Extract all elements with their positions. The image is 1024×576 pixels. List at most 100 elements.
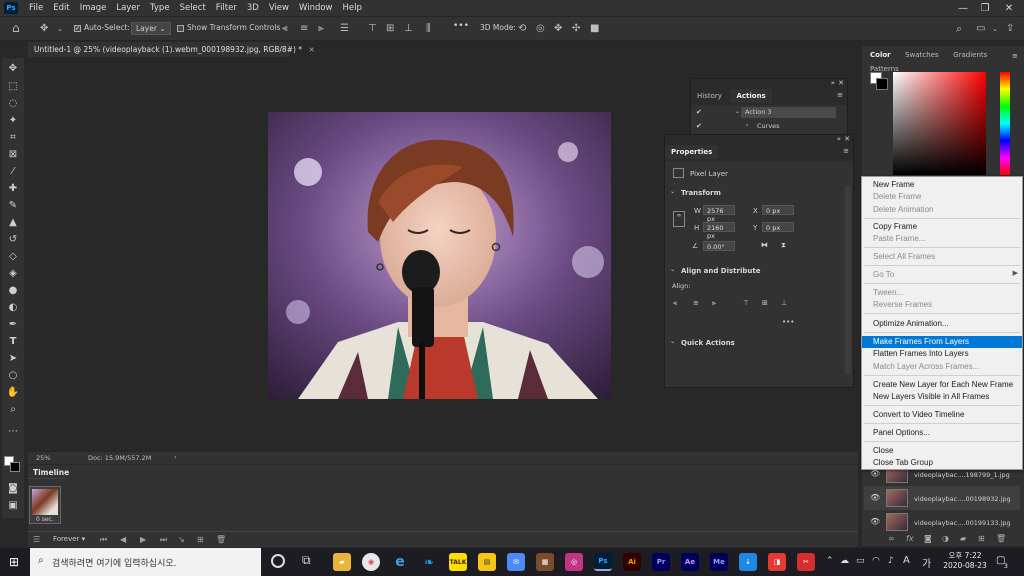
dodge-tool-icon[interactable]: ◐	[6, 300, 20, 314]
menu-reverse-frames[interactable]: Reverse Frames	[862, 299, 1022, 311]
clone-stamp-icon[interactable]: ▲	[6, 215, 20, 229]
tab-properties[interactable]: Properties	[665, 145, 719, 159]
panel-drag-bar[interactable]: » ✕	[691, 79, 847, 89]
chevron-down-icon[interactable]: ⌄	[992, 25, 998, 33]
x-field[interactable]: 0 px	[762, 205, 794, 215]
tween-icon[interactable]: ↘	[178, 535, 185, 544]
app-icon[interactable]: ▦	[536, 553, 554, 571]
tab-history[interactable]: History	[691, 89, 728, 103]
edge-icon[interactable]: e	[391, 553, 409, 571]
3d-pan-icon[interactable]: ✥	[554, 23, 562, 34]
distribute-vertical-icon[interactable]: ⫼	[426, 23, 431, 34]
properties-scrollbar[interactable]	[845, 185, 851, 375]
checkmark-icon[interactable]: ✔	[696, 108, 702, 116]
hue-slider[interactable]	[1000, 72, 1010, 175]
align-middle-icon[interactable]: ⊞	[762, 299, 768, 307]
chevron-down-icon[interactable]: ⌄	[670, 188, 675, 195]
app-icon[interactable]: ◨	[768, 553, 786, 571]
angle-field[interactable]: 0.00°	[703, 241, 735, 251]
panel-menu-icon[interactable]: ≡	[837, 91, 843, 99]
checkmark-icon[interactable]: ✔	[696, 122, 702, 130]
fx-icon[interactable]: fx	[906, 534, 914, 543]
action-name[interactable]: Curves	[757, 122, 780, 130]
menu-layer[interactable]: Layer	[111, 3, 145, 13]
menu-image[interactable]: Image	[75, 3, 112, 13]
search-icon[interactable]: ⌕	[956, 22, 962, 36]
photoshop-taskbar-icon[interactable]: Ps	[594, 553, 612, 571]
taskbar-search-input[interactable]: ⌕ 검색하려면 여기에 입력하십시오.	[30, 548, 261, 576]
path-selection-icon[interactable]: ➤	[6, 351, 20, 365]
more-options-button[interactable]: •••	[453, 21, 469, 31]
cortana-icon[interactable]	[271, 554, 285, 568]
quick-mask-icon[interactable]: ◙	[6, 481, 20, 495]
blur-tool-icon[interactable]: ●	[6, 283, 20, 297]
paint-bucket-icon[interactable]: ◈	[6, 266, 20, 280]
eye-icon[interactable]: 👁	[870, 469, 880, 478]
adjustment-icon[interactable]: ◑	[942, 534, 949, 543]
menu-select-all-frames[interactable]: Select All Frames	[862, 251, 1022, 263]
align-right-icon[interactable]: ⫸	[712, 299, 716, 308]
menu-make-frames-from-layers[interactable]: Make Frames From Layers	[862, 336, 1022, 348]
media-encoder-icon[interactable]: Me	[710, 553, 728, 571]
menu-help[interactable]: Help	[338, 3, 367, 13]
zoom-tool-icon[interactable]: ⌕	[6, 402, 20, 416]
layer-row[interactable]: 👁 videoplaybac....00199133.jpg	[864, 510, 1020, 534]
eyedropper-icon[interactable]: ⁄	[6, 164, 20, 178]
layer-row[interactable]: 👁 videoplaybac....00198932.jpg	[864, 486, 1020, 510]
link-layers-icon[interactable]: ∞	[888, 534, 895, 543]
panel-menu-icon[interactable]: ≡	[1012, 52, 1018, 60]
pen-tool-icon[interactable]: ✒	[6, 317, 20, 331]
shape-tool-icon[interactable]: ○	[6, 368, 20, 382]
chevron-down-icon[interactable]: ⌄	[57, 25, 63, 33]
3d-slide-icon[interactable]: ✣	[572, 23, 580, 34]
eraser-icon[interactable]: ◇	[6, 249, 20, 263]
height-field[interactable]: 2160 px	[703, 222, 735, 240]
illustrator-icon[interactable]: Ai	[623, 553, 641, 571]
menu-copy-frame[interactable]: Copy Frame	[862, 221, 1022, 233]
align-top-icon[interactable]: ⊤	[368, 23, 377, 34]
timeline-tab[interactable]: Timeline	[28, 465, 69, 479]
collapse-icon[interactable]: »	[831, 79, 835, 87]
frame-tool-icon[interactable]: ⊠	[6, 147, 20, 161]
windows-start-icon[interactable]: ⊞	[9, 555, 19, 569]
chevron-down-icon[interactable]: ⌄	[735, 108, 740, 115]
menu-tween[interactable]: Tween...	[862, 287, 1022, 299]
home-icon[interactable]: ⌂	[12, 21, 20, 35]
healing-brush-icon[interactable]: ✚	[6, 181, 20, 195]
folder-icon[interactable]: ▰	[960, 534, 966, 543]
file-explorer-icon[interactable]: ▰	[333, 553, 351, 571]
restore-icon[interactable]: ❐	[974, 0, 996, 16]
chevron-down-icon[interactable]: ⌄	[670, 338, 675, 345]
wifi-icon[interactable]: ◠	[872, 556, 880, 566]
chevron-down-icon[interactable]: ⌄	[670, 266, 675, 273]
canvas-image[interactable]	[268, 112, 611, 399]
kakaotalk-icon[interactable]: TALK	[449, 553, 467, 571]
color-picker-field[interactable]	[893, 72, 986, 175]
panel-menu-icon[interactable]: ≡	[843, 147, 849, 155]
flip-vertical-icon[interactable]: ⧗	[781, 241, 786, 250]
close-panel-icon[interactable]: ✕	[838, 79, 844, 87]
background-color-swatch[interactable]	[876, 78, 888, 90]
menu-match-layer[interactable]: Match Layer Across Frames...	[862, 361, 1022, 373]
marquee-tool-icon[interactable]: ⬚	[6, 79, 20, 93]
menu-select[interactable]: Select	[175, 3, 211, 13]
align-left-icon[interactable]: ⫷	[673, 299, 677, 308]
align-top-icon[interactable]: ⊤	[743, 299, 749, 307]
minimize-icon[interactable]: —	[952, 0, 974, 16]
menu-delete-animation[interactable]: Delete Animation	[862, 204, 1022, 216]
quick-actions-title[interactable]: Quick Actions	[681, 339, 735, 347]
instagram-icon[interactable]: ◎	[565, 553, 583, 571]
chevron-up-icon[interactable]: ⌃	[826, 556, 834, 566]
chevron-right-icon[interactable]: ›	[746, 122, 748, 129]
distribute-icon[interactable]: ☰	[340, 23, 349, 34]
ime-indicator[interactable]: 가	[922, 555, 931, 570]
move-tool-icon[interactable]: ✥	[6, 61, 20, 75]
menu-window[interactable]: Window	[294, 3, 338, 13]
align-bottom-icon[interactable]: ⊥	[404, 23, 413, 34]
duplicate-frame-icon[interactable]: ⊞	[197, 535, 204, 544]
link-icon[interactable]: ∞	[673, 211, 685, 227]
menu-edit[interactable]: Edit	[48, 3, 74, 13]
menu-panel-options[interactable]: Panel Options...	[862, 427, 1022, 439]
layer-name[interactable]: videoplaybac....00198932.jpg	[914, 495, 1011, 503]
after-effects-icon[interactable]: Ae	[681, 553, 699, 571]
